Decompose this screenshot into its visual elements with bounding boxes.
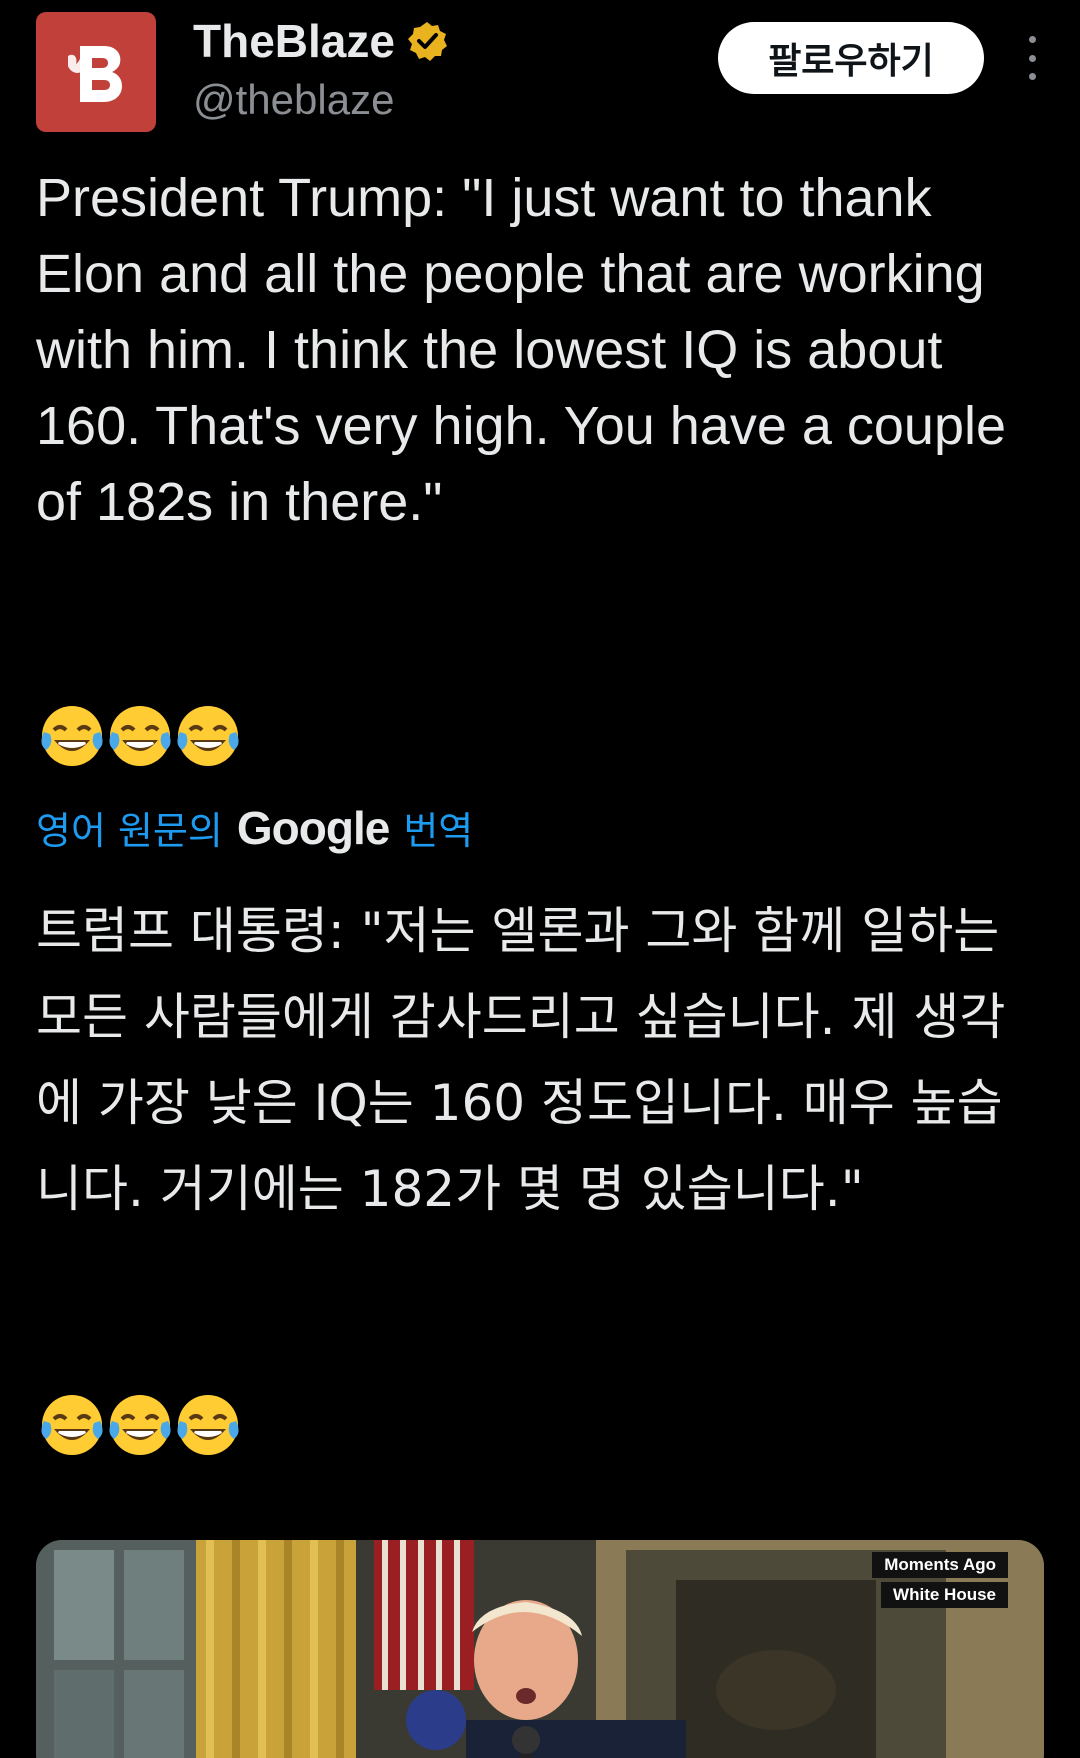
translation-suffix: 번역 (403, 809, 474, 853)
translated-text: 트럼프 대통령: "저는 엘론과 그와 함께 일하는 모든 사람들에게 감사드리… (36, 902, 1006, 1218)
more-vertical-icon[interactable] (1020, 36, 1044, 80)
translation-prefix: 영어 원문의 (36, 809, 223, 853)
video-overlay-tag: Moments Ago White House (872, 1552, 1008, 1608)
laughing-tears-emoji-icon (109, 706, 171, 766)
google-logo: Google (236, 801, 390, 854)
translation-attribution[interactable]: 영어 원문의 Google 번역 (36, 800, 473, 855)
video-thumbnail[interactable]: Moments Ago White House (36, 1540, 1044, 1758)
laughing-tears-emoji-icon (41, 1395, 103, 1455)
laughing-tears-emoji-icon (177, 1395, 239, 1455)
laughing-tears-emoji-icon (41, 706, 103, 766)
laughing-tears-emoji-icon (177, 706, 239, 766)
overlay-line-2: White House (881, 1582, 1008, 1608)
tweet-detail: TheBlaze @theblaze 팔로우하기 President Trump… (0, 0, 1080, 1758)
overlay-line-1: Moments Ago (872, 1552, 1008, 1578)
account-handle: @theblaze (193, 76, 395, 123)
laughing-tears-emoji-icon (109, 1395, 171, 1455)
tweet-emojis (36, 700, 240, 772)
tweet-header: TheBlaze @theblaze 팔로우하기 (36, 12, 1044, 132)
follow-button[interactable]: 팔로우하기 (718, 22, 984, 94)
theblaze-logo-icon (68, 46, 122, 102)
tweet-text: President Trump: "I just want to thank E… (36, 168, 1007, 532)
account-name-block[interactable]: TheBlaze @theblaze (193, 14, 449, 124)
display-name: TheBlaze (193, 15, 395, 67)
avatar[interactable] (36, 12, 156, 132)
verified-badge-icon (407, 22, 447, 61)
translated-emojis (36, 1389, 240, 1461)
